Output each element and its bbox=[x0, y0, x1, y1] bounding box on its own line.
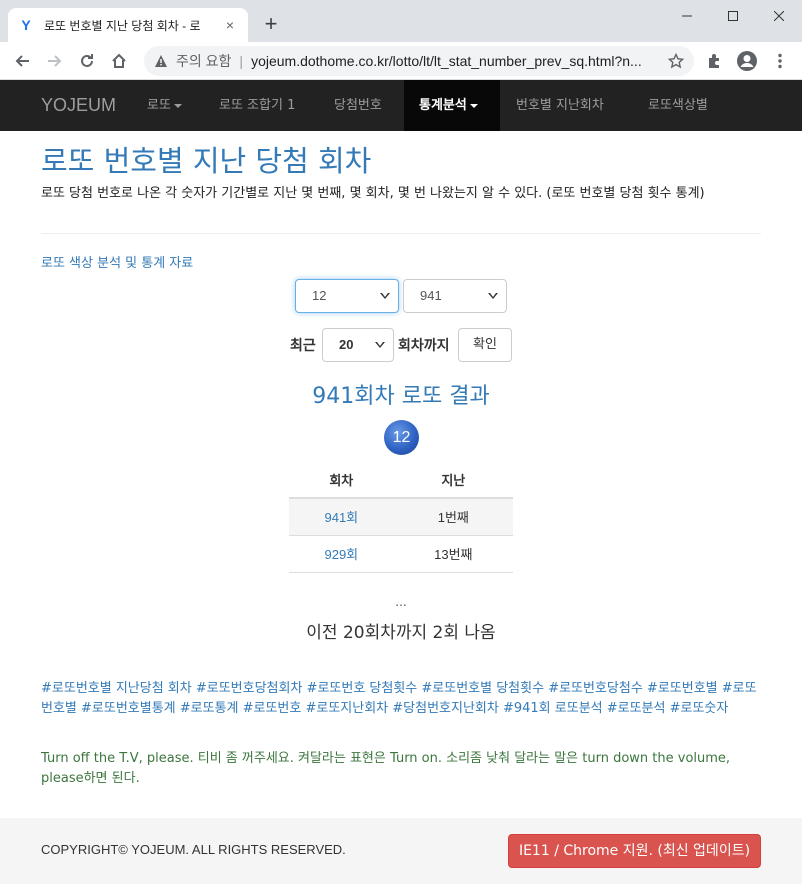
star-icon[interactable] bbox=[668, 53, 684, 69]
table-row: 941회 1번째 bbox=[289, 498, 513, 536]
number-select-value: 12 bbox=[312, 288, 327, 303]
nav-item-color-stats[interactable]: 로또색상별 bbox=[633, 80, 723, 131]
favicon-icon: Y bbox=[21, 17, 31, 33]
table-cell-round: 941회 bbox=[289, 498, 394, 536]
site-navbar: YOJEUM 로또 로또 조합기 1 당첨번호 통계분석 번호별 지난회차 로또… bbox=[0, 80, 802, 131]
caret-down-icon bbox=[469, 103, 478, 108]
table-cell-ago: 13번째 bbox=[393, 535, 513, 573]
column-header-round: 회차 bbox=[289, 462, 394, 499]
color-analysis-link[interactable]: 로또 색상 분석 및 통계 자료 bbox=[41, 252, 193, 271]
security-label: 주의 요함 bbox=[176, 53, 232, 69]
recent-count-select[interactable]: 20 bbox=[322, 328, 394, 362]
nav-item-winning-numbers[interactable]: 당첨번호 bbox=[319, 80, 397, 131]
menu-icon[interactable] bbox=[766, 47, 794, 75]
home-icon[interactable] bbox=[105, 47, 133, 75]
nav-label: 로또색상별 bbox=[648, 98, 708, 113]
recent-label: 최근 bbox=[290, 338, 316, 354]
chevron-down-icon bbox=[488, 293, 498, 299]
browser-tab[interactable]: Y 로또 번호별 지난 당첨 회차 - 로 × bbox=[8, 8, 248, 42]
nav-label: 통계분석 bbox=[419, 98, 467, 113]
copyright-text: COPYRIGHT© YOJEUM. ALL RIGHTS RESERVED. bbox=[41, 842, 346, 857]
page-description: 로또 당첨 번호로 나온 각 숫자가 기간별로 지난 몇 번째, 몇 회차, 몇… bbox=[41, 186, 705, 201]
reload-icon[interactable] bbox=[73, 47, 101, 75]
round-link[interactable]: 929회 bbox=[324, 547, 358, 562]
back-icon[interactable] bbox=[8, 47, 36, 75]
number-select[interactable]: 12 bbox=[295, 279, 399, 313]
result-title: 941회차 로또 결과 bbox=[312, 384, 490, 409]
nav-label: 로또 bbox=[147, 98, 171, 113]
column-header-ago: 지난 bbox=[393, 462, 513, 499]
tab-title: 로또 번호별 지난 당첨 회차 - 로 bbox=[44, 18, 201, 33]
profile-icon[interactable] bbox=[733, 47, 761, 75]
page-title: 로또 번호별 지난 당첨 회차 bbox=[41, 144, 372, 178]
history-table: 회차 지난 941회 1번째 929회 13번째 bbox=[289, 462, 513, 573]
warning-icon bbox=[155, 55, 167, 67]
nav-item-statistics[interactable]: 통계분석 bbox=[404, 80, 500, 131]
table-header-row: 회차 지난 bbox=[289, 462, 513, 499]
footer: COPYRIGHT© YOJEUM. ALL RIGHTS RESERVED. … bbox=[0, 818, 802, 884]
ellipsis: ... bbox=[395, 595, 407, 609]
close-icon[interactable]: × bbox=[222, 17, 238, 33]
confirm-button[interactable]: 확인 bbox=[458, 328, 512, 362]
forward-icon[interactable] bbox=[41, 47, 69, 75]
nav-item-combinator[interactable]: 로또 조합기 1 bbox=[204, 80, 310, 131]
nav-item-number-history[interactable]: 번호별 지난회차 bbox=[501, 80, 619, 131]
window-close-icon[interactable] bbox=[756, 0, 802, 32]
round-link[interactable]: 941회 bbox=[324, 510, 358, 525]
url-text[interactable]: yojeum.dothome.co.kr/lotto/lt/lt_stat_nu… bbox=[251, 53, 651, 69]
caret-down-icon bbox=[173, 103, 182, 108]
extensions-icon[interactable] bbox=[700, 47, 728, 75]
round-select-value: 941 bbox=[420, 288, 442, 303]
table-cell-ago: 1번째 bbox=[393, 498, 513, 536]
table-cell-round: 929회 bbox=[289, 535, 394, 573]
url-separator: | bbox=[239, 53, 244, 69]
plus-icon[interactable]: + bbox=[258, 12, 284, 38]
english-tip-note: Turn off the T.V, please. 티비 좀 꺼주세요. 켜달라… bbox=[41, 751, 731, 786]
address-bar[interactable]: 주의 요함 | yojeum.dothome.co.kr/lotto/lt/lt… bbox=[144, 46, 694, 76]
browser-tabstrip: Y 로또 번호별 지난 당첨 회차 - 로 × + bbox=[0, 0, 802, 42]
lotto-ball: 12 bbox=[384, 420, 419, 455]
minimize-icon[interactable] bbox=[664, 0, 710, 32]
round-select[interactable]: 941 bbox=[403, 279, 507, 313]
brand-logo[interactable]: YOJEUM bbox=[41, 95, 116, 116]
table-row: 929회 13번째 bbox=[289, 535, 513, 573]
divider bbox=[41, 233, 761, 234]
nav-label: 로또 조합기 1 bbox=[219, 98, 296, 113]
until-label: 회차까지 bbox=[398, 338, 450, 354]
nav-label: 번호별 지난회차 bbox=[516, 98, 604, 113]
recent-count-value: 20 bbox=[339, 337, 354, 352]
chevron-down-icon bbox=[380, 293, 390, 299]
browser-support-button[interactable]: IE11 / Chrome 지원. (최신 업데이트) bbox=[508, 834, 761, 868]
hashtag-list[interactable]: #로또번호별 지난당첨 회차 #로또번호당첨회차 #로또번호 당첨횟수 #로또번… bbox=[41, 679, 763, 719]
nav-label: 당첨번호 bbox=[334, 98, 382, 113]
maximize-icon[interactable] bbox=[710, 0, 756, 32]
result-summary: 이전 20회차까지 2회 나옴 bbox=[306, 623, 496, 643]
nav-item-lotto[interactable]: 로또 bbox=[132, 80, 197, 131]
browser-toolbar: 주의 요함 | yojeum.dothome.co.kr/lotto/lt/lt… bbox=[0, 42, 802, 80]
chevron-down-icon bbox=[375, 342, 385, 348]
